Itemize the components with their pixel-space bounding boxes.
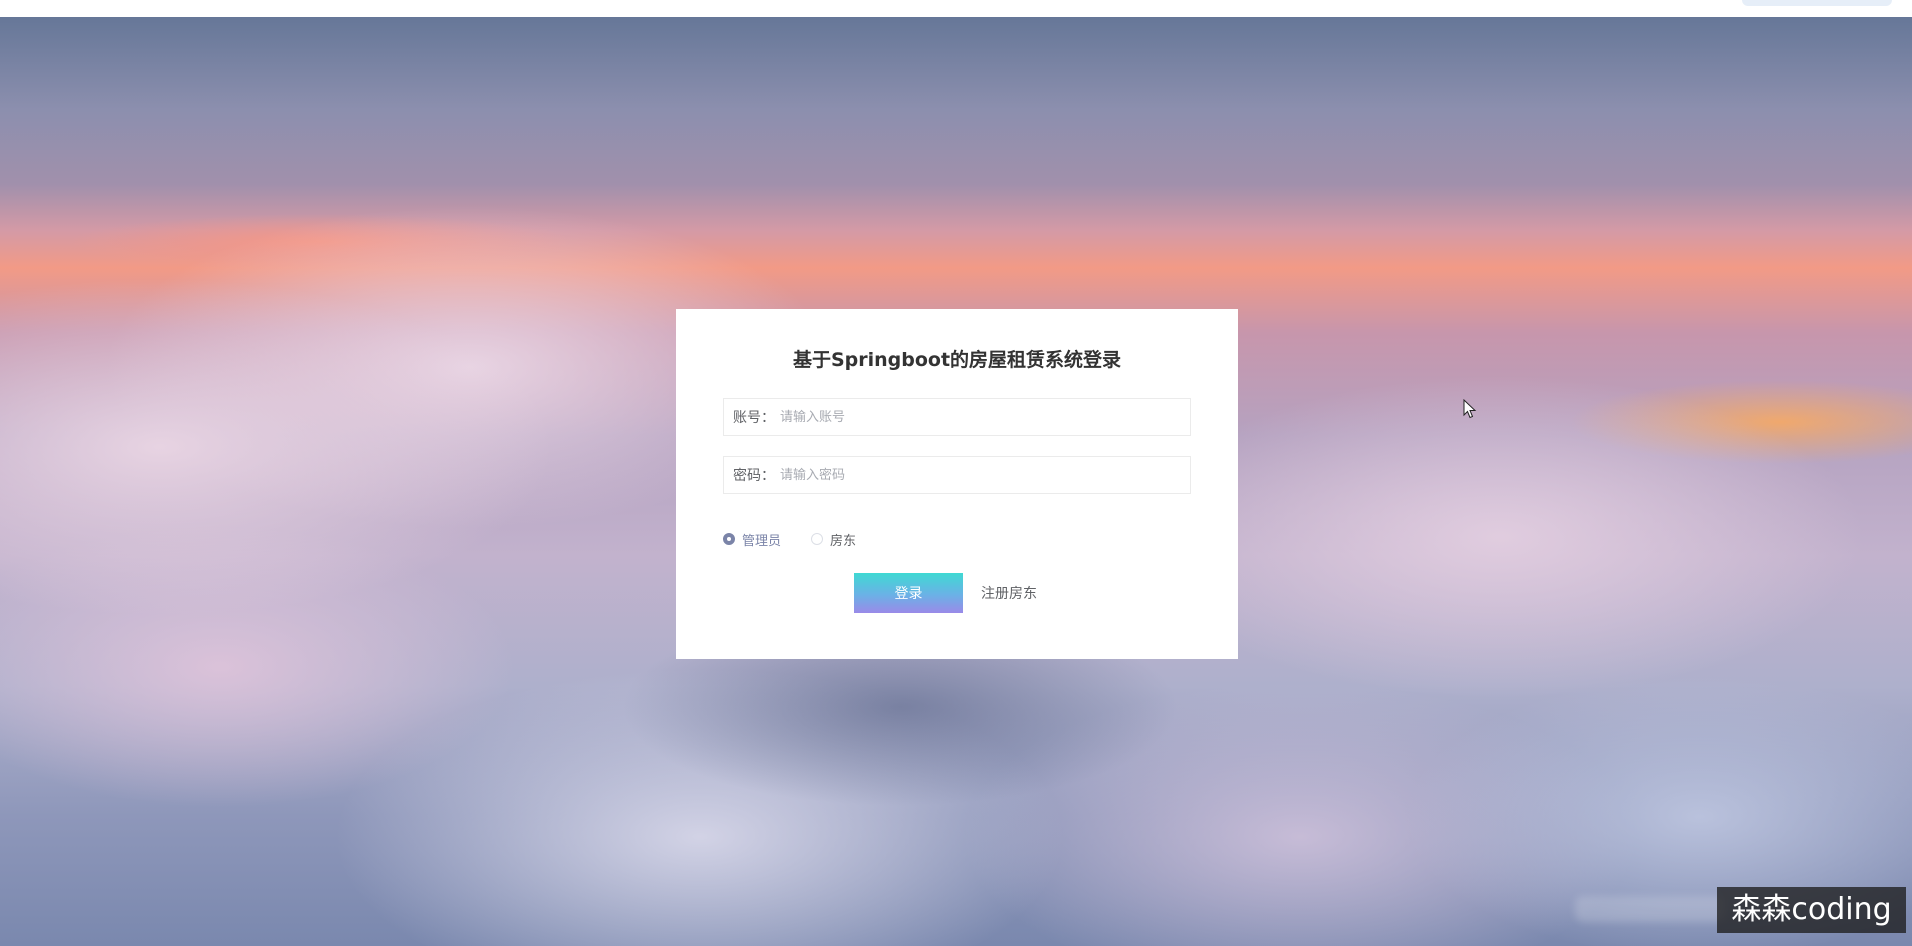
blurred-overlay [1575,896,1725,922]
account-label: 账号： [733,410,775,426]
account-input[interactable] [780,400,1190,434]
role-option-landlord[interactable]: 房东 [811,530,856,549]
browser-top-bar [0,0,1912,17]
register-landlord-link[interactable]: 注册房东 [981,583,1037,603]
login-card: 基于Springboot的房屋租赁系统登录 账号： 密码： 管理员 房东 登录 … [676,309,1238,659]
password-label: 密码： [733,468,775,484]
radio-unchecked-icon[interactable] [811,533,824,545]
role-label-admin: 管理员 [742,533,782,549]
password-field: 密码： [723,456,1191,494]
password-input[interactable] [780,458,1190,492]
top-bar-control[interactable] [1742,0,1892,6]
account-field: 账号： [723,398,1191,436]
watermark-label: 森森coding [1717,887,1906,933]
role-label-landlord: 房东 [830,533,857,549]
mouse-cursor-icon [1463,399,1477,419]
login-button[interactable]: 登录 [854,573,963,613]
role-option-admin[interactable]: 管理员 [723,530,781,549]
radio-checked-icon[interactable] [723,533,735,545]
login-title: 基于Springboot的房屋租赁系统登录 [792,349,1122,371]
role-radio-group: 管理员 房东 [723,530,886,549]
